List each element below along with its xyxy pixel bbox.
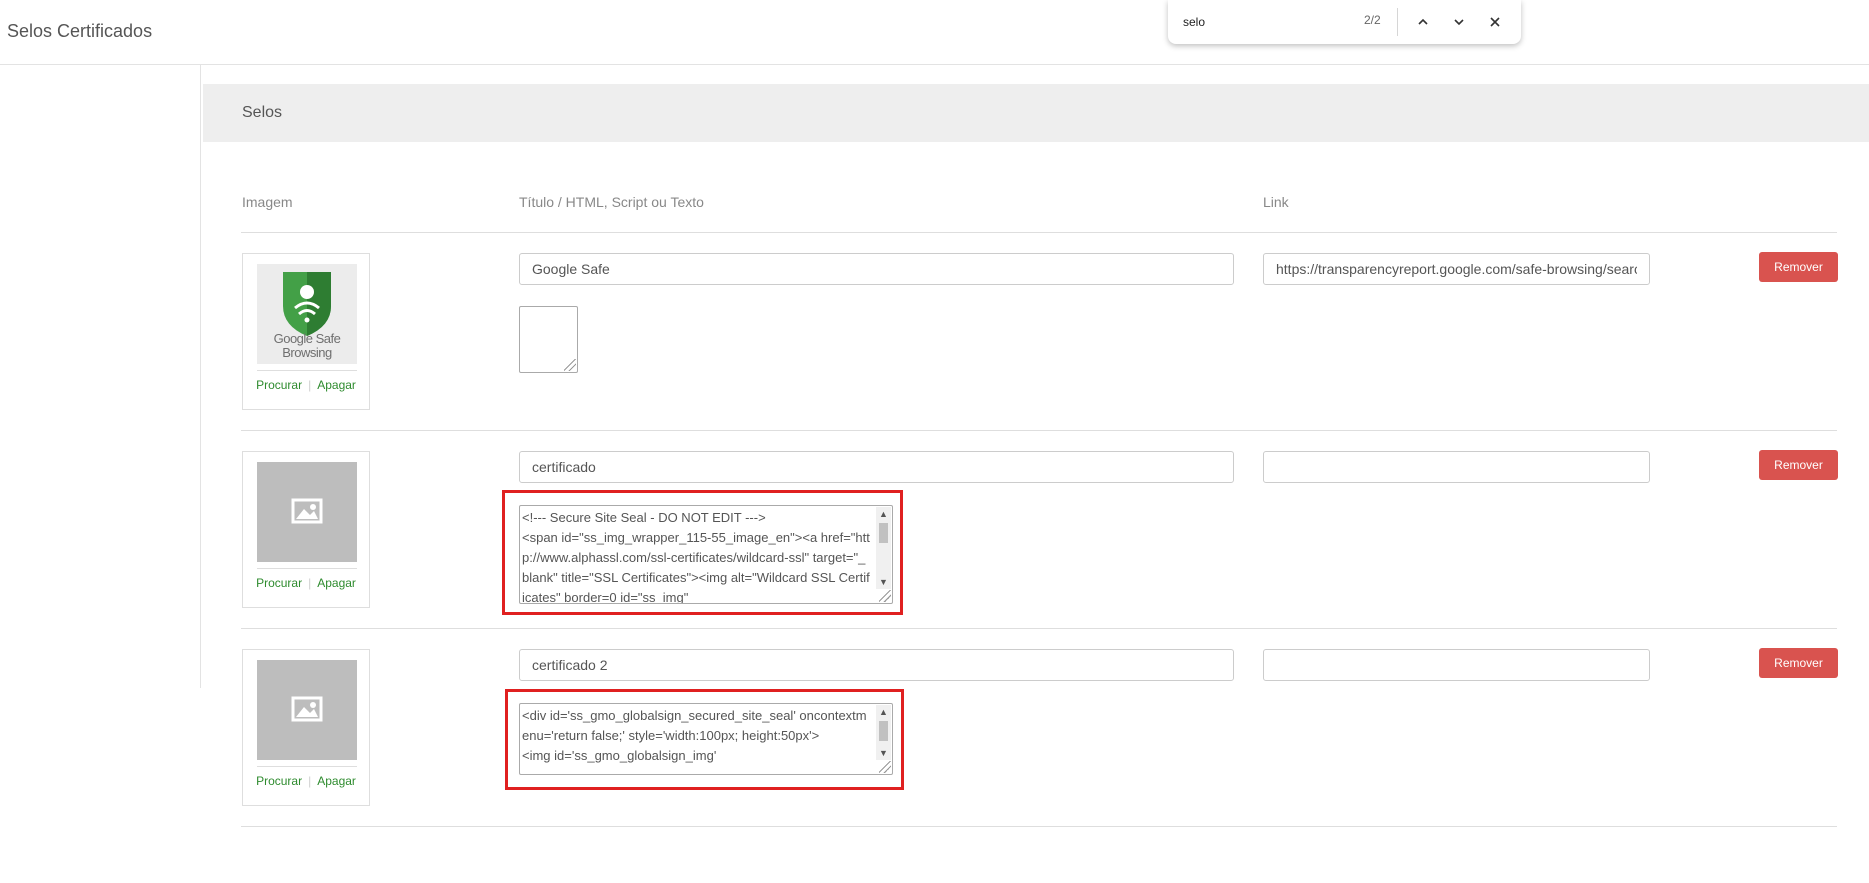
- close-icon: [1490, 17, 1500, 27]
- badge-text-line2: Browsing: [282, 345, 332, 360]
- card-divider: [257, 370, 357, 371]
- image-card: Procurar | Apagar: [242, 451, 370, 608]
- link-separator: |: [308, 576, 312, 590]
- browse-link[interactable]: Procurar: [256, 378, 302, 392]
- card-divider: [257, 568, 357, 569]
- chevron-up-icon: [1418, 18, 1428, 25]
- link-input[interactable]: [1263, 253, 1650, 285]
- top-bar: Selos Certificados: [0, 0, 1869, 65]
- row-divider: [241, 826, 1837, 827]
- textarea-scrollbar[interactable]: ▲ ▼: [876, 705, 891, 760]
- title-input[interactable]: [519, 253, 1234, 285]
- scroll-up-icon[interactable]: ▲: [876, 507, 891, 521]
- browse-link[interactable]: Procurar: [256, 774, 302, 788]
- image-placeholder: [257, 660, 357, 760]
- scroll-down-icon[interactable]: ▼: [876, 575, 891, 589]
- card-divider: [257, 766, 357, 767]
- link-separator: |: [308, 378, 312, 392]
- remove-button[interactable]: Remover: [1759, 648, 1838, 678]
- section-title: Selos: [242, 104, 283, 121]
- find-divider: [1397, 8, 1398, 36]
- scroll-thumb[interactable]: [879, 523, 888, 543]
- image-card: Google Safe Browsing Procurar | Apagar: [242, 253, 370, 410]
- scroll-thumb[interactable]: [879, 721, 888, 741]
- link-input[interactable]: [1263, 451, 1650, 483]
- image-placeholder-icon: [291, 498, 323, 524]
- find-previous-button[interactable]: [1411, 10, 1435, 34]
- find-next-button[interactable]: [1447, 10, 1471, 34]
- scroll-up-icon[interactable]: ▲: [876, 705, 891, 719]
- column-header-title: Título / HTML, Script ou Texto: [519, 194, 704, 210]
- scroll-down-icon[interactable]: ▼: [876, 746, 891, 760]
- image-actions: Procurar | Apagar: [243, 576, 369, 590]
- find-close-button[interactable]: [1483, 10, 1507, 34]
- remove-button[interactable]: Remover: [1759, 450, 1838, 480]
- html-textarea[interactable]: [519, 306, 578, 373]
- find-match-count: 2/2: [1364, 13, 1381, 27]
- row-divider: [241, 628, 1837, 629]
- image-placeholder: [257, 462, 357, 562]
- resize-grip[interactable]: [879, 761, 891, 773]
- sidebar-divider: [200, 65, 201, 688]
- link-input[interactable]: [1263, 649, 1650, 681]
- html-textarea[interactable]: <!--- Secure Site Seal - DO NOT EDIT ---…: [519, 505, 893, 604]
- delete-link[interactable]: Apagar: [317, 576, 356, 590]
- badge-text-line1: Google Safe: [273, 331, 341, 346]
- find-input[interactable]: [1183, 13, 1333, 31]
- google-safe-browsing-image: Google Safe Browsing: [257, 264, 357, 364]
- page-title: Selos Certificados: [7, 21, 153, 41]
- image-actions: Procurar | Apagar: [243, 378, 369, 392]
- find-bar: 2/2: [1168, 0, 1521, 44]
- delete-link[interactable]: Apagar: [317, 774, 356, 788]
- resize-grip[interactable]: [564, 359, 576, 371]
- section-header: Selos: [203, 84, 1869, 142]
- html-textarea-content: <!--- Secure Site Seal - DO NOT EDIT ---…: [522, 510, 870, 604]
- image-actions: Procurar | Apagar: [243, 774, 369, 788]
- chevron-down-icon: [1454, 19, 1464, 26]
- resize-grip[interactable]: [879, 590, 891, 602]
- column-header-link: Link: [1263, 194, 1289, 210]
- column-header-image: Imagem: [242, 194, 293, 210]
- browse-link[interactable]: Procurar: [256, 576, 302, 590]
- remove-button[interactable]: Remover: [1759, 252, 1838, 282]
- delete-link[interactable]: Apagar: [317, 378, 356, 392]
- html-textarea[interactable]: <div id='ss_gmo_globalsign_secured_site_…: [519, 703, 893, 775]
- header-divider: [241, 232, 1837, 233]
- row-divider: [241, 430, 1837, 431]
- textarea-scrollbar[interactable]: ▲ ▼: [876, 507, 891, 589]
- link-separator: |: [308, 774, 312, 788]
- html-textarea-content: <div id='ss_gmo_globalsign_secured_site_…: [522, 708, 867, 763]
- title-input[interactable]: [519, 451, 1234, 483]
- title-input[interactable]: [519, 649, 1234, 681]
- image-placeholder-icon: [291, 696, 323, 722]
- image-card: Procurar | Apagar: [242, 649, 370, 806]
